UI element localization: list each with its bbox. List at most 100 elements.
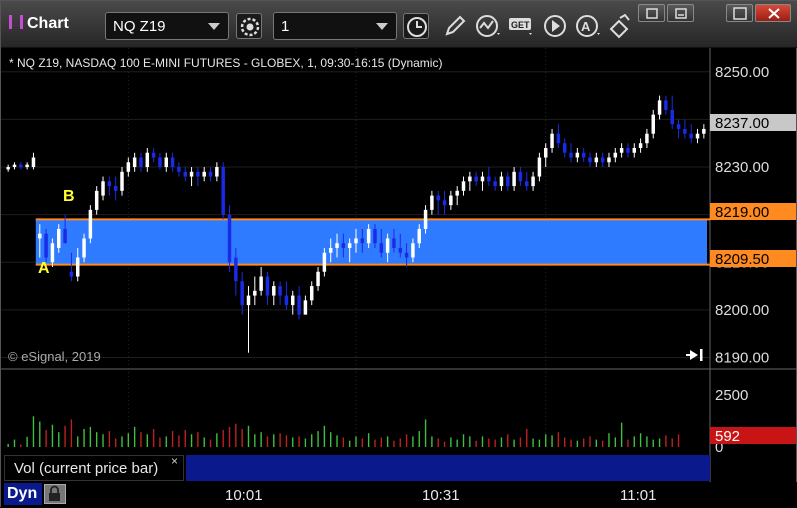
time-axis[interactable] [68,484,710,506]
candle-body [404,252,409,258]
candle-body [6,167,10,170]
candle-body [594,157,599,163]
close-icon [768,8,780,19]
candle-body [19,164,23,168]
candle-body [297,295,301,315]
candle-body [518,171,523,182]
candle-body [75,257,80,277]
window-title-text: Chart [27,15,69,32]
candle-body [139,157,143,168]
minimize-button[interactable] [667,4,694,22]
candle-body [670,109,674,125]
candle-body [25,164,29,168]
time-label-1: 10:01 [225,487,263,504]
candle-body [215,167,219,177]
clock-icon [407,17,427,37]
candle-body [316,271,320,287]
candle-body [702,128,706,134]
candle-body [569,152,573,158]
chart-canvas[interactable]: 8250.008240.008230.008220.008210.008200.… [1,48,797,482]
candle-body [645,133,649,144]
candle-body [322,252,327,272]
candle-body [145,152,150,168]
candle-body [613,152,618,158]
chart-window: Chart NQ Z19 1 GET A 8250.00 8230.00 820… [0,0,797,508]
candle-body [120,171,124,191]
candle-body [423,209,428,229]
pencil-icon[interactable] [442,13,468,39]
chevron-down-icon[interactable] [376,23,388,30]
vol-tick-2500: 2500 [715,387,748,404]
candle-body [12,164,17,168]
time-label-2: 10:31 [422,487,460,504]
restore-button[interactable] [638,4,665,22]
alert-icon[interactable]: A [574,13,600,39]
candle-body [208,171,213,177]
candle-body [689,133,693,139]
symbol-combo[interactable]: NQ Z19 [105,12,229,40]
candle-body [347,243,352,248]
candle-body [57,228,61,248]
candle-body [88,209,93,239]
candle-body [651,114,655,134]
candle-body [430,195,434,210]
play-icon[interactable] [542,13,568,39]
candle-body [695,133,700,139]
candle-body [158,157,162,168]
candle-body [506,176,510,187]
candle-body [607,157,611,163]
time-button[interactable] [403,13,429,39]
candle-body [38,233,42,239]
chart-app-icon [9,15,23,29]
candle-body [227,214,232,263]
candle-body [379,243,384,253]
link-icon[interactable] [607,13,633,39]
price-tick-label: 8250.00 [715,64,769,81]
candle-body [525,181,529,187]
candle-body [259,276,263,291]
chart-header: * NQ Z19, NASDAQ 100 E-MINI FUTURES - GL… [9,56,442,70]
candle-body [575,152,580,158]
candle-body [398,247,403,253]
candle-body [373,228,377,244]
candle-body [683,128,687,134]
close-button[interactable] [755,4,791,22]
maximize-button[interactable] [726,4,753,22]
volume-study-label[interactable]: Vol (current price bar) [4,455,184,481]
chevron-down-icon[interactable] [208,23,220,30]
candle-body [562,143,567,153]
study-icon[interactable] [474,13,500,39]
label-a: A [38,260,50,277]
lock-button[interactable] [44,484,66,504]
dynamic-mode-button[interactable]: Dyn [4,483,42,505]
candle-body [196,171,200,177]
lock-icon [49,485,60,501]
price-tick-label: 8200.00 [715,302,769,319]
upper-level-label: 8219.00 [715,204,769,221]
candle-body [385,238,390,253]
candle-body [265,276,270,296]
candle-body [461,181,466,191]
candle-body [442,200,447,206]
candle-body [221,167,225,215]
get-data-icon[interactable]: GET [508,13,534,39]
candle-body [82,238,86,258]
settings-button[interactable] [236,13,262,39]
candle-body [550,133,554,148]
candle-body [455,190,459,196]
candle-body [588,157,592,163]
candle-body [132,157,137,168]
candle-body [626,147,630,153]
close-study-icon[interactable]: × [171,454,178,468]
study-bar [186,455,710,481]
candle-body [101,181,105,196]
candle-body [177,167,181,172]
restore-icon [646,8,658,19]
candle-body [581,152,586,158]
candle-body [170,157,175,168]
candle-body [328,247,333,253]
candle-body [354,238,358,244]
candle-body [512,171,516,187]
candle-body [253,290,257,296]
interval-combo[interactable]: 1 [273,12,397,40]
